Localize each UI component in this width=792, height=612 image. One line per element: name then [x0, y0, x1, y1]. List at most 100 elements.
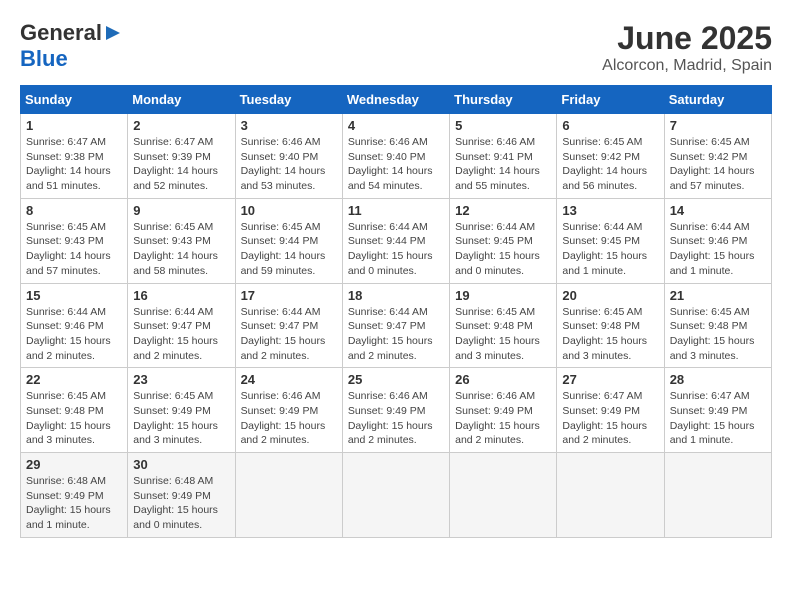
calendar-day-5: 5Sunrise: 6:46 AM Sunset: 9:41 PM Daylig… [450, 114, 557, 199]
day-number: 6 [562, 118, 658, 133]
logo-blue-text: Blue [20, 46, 68, 72]
calendar-day-26: 26 Sunrise: 6:46 AM Sunset: 9:49 PM Dayli… [450, 368, 557, 453]
day-info: Sunrise: 6:46 AM Sunset: 9:49 PM Dayligh… [348, 389, 444, 448]
day-number: 17 [241, 288, 337, 303]
day-header-friday: Friday [557, 86, 664, 114]
day-number: 19 [455, 288, 551, 303]
calendar-week-row: 1Sunrise: 6:47 AM Sunset: 9:38 PM Daylig… [21, 114, 772, 199]
day-info: Sunrise: 6:46 AM Sunset: 9:49 PM Dayligh… [241, 389, 337, 448]
empty-cell [450, 453, 557, 538]
day-number: 20 [562, 288, 658, 303]
day-info: Sunrise: 6:44 AM Sunset: 9:47 PM Dayligh… [133, 305, 229, 364]
day-info: Sunrise: 6:45 AM Sunset: 9:42 PM Dayligh… [670, 135, 766, 194]
day-header-sunday: Sunday [21, 86, 128, 114]
day-info: Sunrise: 6:44 AM Sunset: 9:45 PM Dayligh… [455, 220, 551, 279]
day-header-thursday: Thursday [450, 86, 557, 114]
day-number: 12 [455, 203, 551, 218]
logo-arrow-icon [104, 24, 122, 42]
day-number: 22 [26, 372, 122, 387]
day-number: 18 [348, 288, 444, 303]
day-info: Sunrise: 6:44 AM Sunset: 9:46 PM Dayligh… [670, 220, 766, 279]
calendar-day-29: 29 Sunrise: 6:48 AM Sunset: 9:49 PM Dayli… [21, 453, 128, 538]
day-info: Sunrise: 6:47 AM Sunset: 9:38 PM Dayligh… [26, 135, 122, 194]
day-header-monday: Monday [128, 86, 235, 114]
location-subtitle: Alcorcon, Madrid, Spain [602, 57, 772, 75]
day-number: 4 [348, 118, 444, 133]
days-header-row: SundayMondayTuesdayWednesdayThursdayFrid… [21, 86, 772, 114]
calendar-day-30: 30 Sunrise: 6:48 AM Sunset: 9:49 PM Dayli… [128, 453, 235, 538]
calendar-day-15: 15Sunrise: 6:44 AM Sunset: 9:46 PM Dayli… [21, 283, 128, 368]
calendar-day-6: 6 Sunrise: 6:45 AM Sunset: 9:42 PM Daylig… [557, 114, 664, 199]
day-number: 5 [455, 118, 551, 133]
day-info: Sunrise: 6:44 AM Sunset: 9:45 PM Dayligh… [562, 220, 658, 279]
day-number: 27 [562, 372, 658, 387]
empty-cell [342, 453, 449, 538]
day-number: 15 [26, 288, 122, 303]
day-number: 25 [348, 372, 444, 387]
month-year-title: June 2025 [602, 20, 772, 57]
day-number: 13 [562, 203, 658, 218]
calendar-day-24: 24Sunrise: 6:46 AM Sunset: 9:49 PM Dayli… [235, 368, 342, 453]
day-number: 30 [133, 457, 229, 472]
calendar-day-22: 22 Sunrise: 6:45 AM Sunset: 9:48 PM Dayli… [21, 368, 128, 453]
calendar-day-21: 21 Sunrise: 6:45 AM Sunset: 9:48 PM Dayli… [664, 283, 771, 368]
day-info: Sunrise: 6:47 AM Sunset: 9:39 PM Dayligh… [133, 135, 229, 194]
day-info: Sunrise: 6:45 AM Sunset: 9:49 PM Dayligh… [133, 389, 229, 448]
day-info: Sunrise: 6:46 AM Sunset: 9:49 PM Dayligh… [455, 389, 551, 448]
calendar-day-8: 8 Sunrise: 6:45 AM Sunset: 9:43 PM Daylig… [21, 198, 128, 283]
calendar-day-7: 7 Sunrise: 6:45 AM Sunset: 9:42 PM Daylig… [664, 114, 771, 199]
day-info: Sunrise: 6:45 AM Sunset: 9:43 PM Dayligh… [26, 220, 122, 279]
day-number: 8 [26, 203, 122, 218]
day-header-tuesday: Tuesday [235, 86, 342, 114]
day-info: Sunrise: 6:45 AM Sunset: 9:48 PM Dayligh… [562, 305, 658, 364]
day-info: Sunrise: 6:44 AM Sunset: 9:47 PM Dayligh… [348, 305, 444, 364]
day-number: 3 [241, 118, 337, 133]
empty-cell [235, 453, 342, 538]
calendar-week-row: 22 Sunrise: 6:45 AM Sunset: 9:48 PM Dayli… [21, 368, 772, 453]
calendar-day-12: 12 Sunrise: 6:44 AM Sunset: 9:45 PM Dayli… [450, 198, 557, 283]
calendar-week-row: 29 Sunrise: 6:48 AM Sunset: 9:49 PM Dayli… [21, 453, 772, 538]
calendar-day-27: 27Sunrise: 6:47 AM Sunset: 9:49 PM Dayli… [557, 368, 664, 453]
logo-general-text: General [20, 20, 102, 46]
day-info: Sunrise: 6:44 AM Sunset: 9:44 PM Dayligh… [348, 220, 444, 279]
calendar-day-17: 17Sunrise: 6:44 AM Sunset: 9:47 PM Dayli… [235, 283, 342, 368]
day-info: Sunrise: 6:45 AM Sunset: 9:48 PM Dayligh… [26, 389, 122, 448]
calendar-week-row: 15Sunrise: 6:44 AM Sunset: 9:46 PM Dayli… [21, 283, 772, 368]
day-number: 10 [241, 203, 337, 218]
calendar-day-18: 18 Sunrise: 6:44 AM Sunset: 9:47 PM Dayli… [342, 283, 449, 368]
day-number: 14 [670, 203, 766, 218]
day-info: Sunrise: 6:45 AM Sunset: 9:44 PM Dayligh… [241, 220, 337, 279]
day-info: Sunrise: 6:48 AM Sunset: 9:49 PM Dayligh… [133, 474, 229, 533]
calendar-day-11: 11Sunrise: 6:44 AM Sunset: 9:44 PM Dayli… [342, 198, 449, 283]
day-number: 21 [670, 288, 766, 303]
calendar-day-19: 19 Sunrise: 6:45 AM Sunset: 9:48 PM Dayli… [450, 283, 557, 368]
calendar-day-1: 1Sunrise: 6:47 AM Sunset: 9:38 PM Daylig… [21, 114, 128, 199]
header: General Blue June 2025 Alcorcon, Madrid,… [20, 20, 772, 75]
day-number: 26 [455, 372, 551, 387]
day-header-wednesday: Wednesday [342, 86, 449, 114]
calendar-day-28: 28Sunrise: 6:47 AM Sunset: 9:49 PM Dayli… [664, 368, 771, 453]
calendar-day-4: 4Sunrise: 6:46 AM Sunset: 9:40 PM Daylig… [342, 114, 449, 199]
day-header-saturday: Saturday [664, 86, 771, 114]
calendar-day-3: 3Sunrise: 6:46 AM Sunset: 9:40 PM Daylig… [235, 114, 342, 199]
calendar-day-10: 10 Sunrise: 6:45 AM Sunset: 9:44 PM Dayli… [235, 198, 342, 283]
calendar-day-16: 16 Sunrise: 6:44 AM Sunset: 9:47 PM Dayli… [128, 283, 235, 368]
calendar-day-23: 23 Sunrise: 6:45 AM Sunset: 9:49 PM Dayli… [128, 368, 235, 453]
day-info: Sunrise: 6:45 AM Sunset: 9:42 PM Dayligh… [562, 135, 658, 194]
day-info: Sunrise: 6:45 AM Sunset: 9:48 PM Dayligh… [670, 305, 766, 364]
calendar-day-25: 25 Sunrise: 6:46 AM Sunset: 9:49 PM Dayli… [342, 368, 449, 453]
calendar-day-13: 13 Sunrise: 6:44 AM Sunset: 9:45 PM Dayli… [557, 198, 664, 283]
logo: General Blue [20, 20, 123, 72]
empty-cell [664, 453, 771, 538]
day-number: 7 [670, 118, 766, 133]
day-number: 16 [133, 288, 229, 303]
day-info: Sunrise: 6:45 AM Sunset: 9:48 PM Dayligh… [455, 305, 551, 364]
day-number: 2 [133, 118, 229, 133]
day-number: 23 [133, 372, 229, 387]
day-info: Sunrise: 6:48 AM Sunset: 9:49 PM Dayligh… [26, 474, 122, 533]
day-info: Sunrise: 6:45 AM Sunset: 9:43 PM Dayligh… [133, 220, 229, 279]
calendar-week-row: 8 Sunrise: 6:45 AM Sunset: 9:43 PM Daylig… [21, 198, 772, 283]
day-number: 29 [26, 457, 122, 472]
day-number: 9 [133, 203, 229, 218]
day-info: Sunrise: 6:47 AM Sunset: 9:49 PM Dayligh… [670, 389, 766, 448]
